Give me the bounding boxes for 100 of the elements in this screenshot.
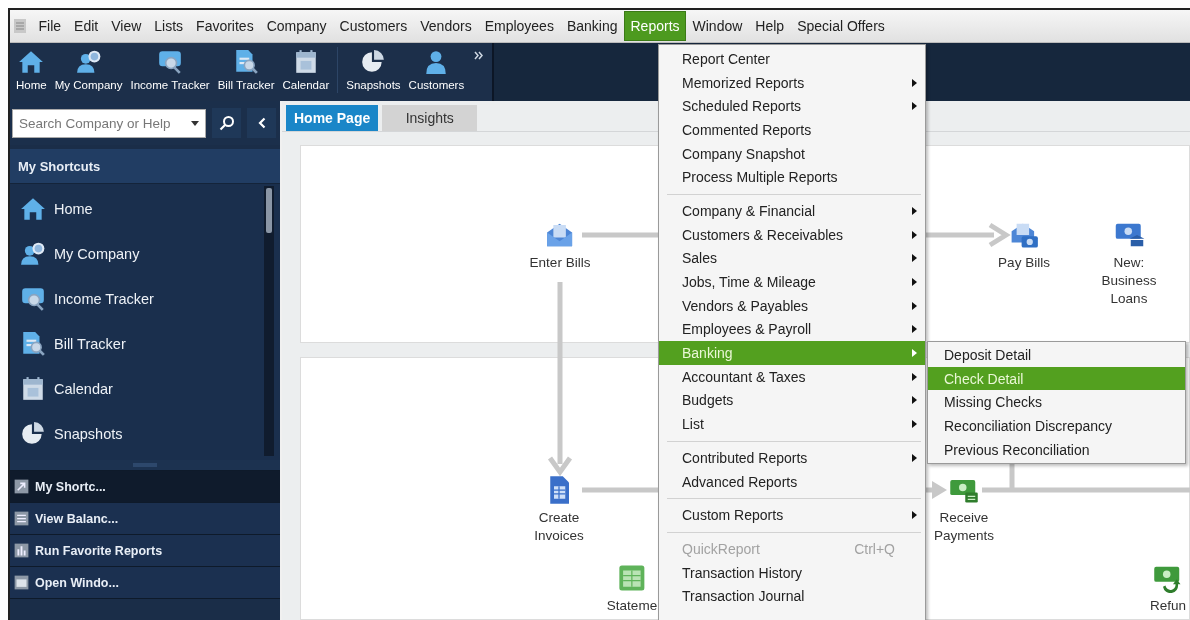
menu-item[interactable]: Custom Reports xyxy=(659,503,925,528)
toolbar-button[interactable]: Customers xyxy=(404,47,469,93)
menu-item[interactable]: Advanced Reports xyxy=(659,469,925,494)
toolbar-button[interactable]: Snapshots xyxy=(342,47,405,93)
shortcut-item[interactable]: My Company xyxy=(10,231,264,276)
menu-bar-item[interactable]: Customers xyxy=(333,11,414,41)
shortcut-item[interactable]: Home xyxy=(10,186,264,231)
menu-item[interactable]: Jobs, Time & Mileage xyxy=(659,270,925,294)
tab[interactable]: Home Page xyxy=(286,105,379,131)
menu-item[interactable]: Contributed Reports xyxy=(659,446,925,470)
submenu-arrow-icon xyxy=(912,230,917,239)
tab[interactable]: Insights xyxy=(382,105,478,131)
document-magnifier-icon xyxy=(20,330,46,357)
toolbar-button[interactable]: Calendar xyxy=(278,47,334,93)
menu-bar-item[interactable]: Edit xyxy=(67,11,105,41)
menu-item[interactable]: Company & Financial xyxy=(659,199,925,223)
submenu-arrow-icon xyxy=(912,78,917,87)
menu-bar-item[interactable]: Window xyxy=(686,11,749,41)
menu-item[interactable]: Accountant & Taxes xyxy=(659,364,925,389)
shortcut-item[interactable]: Income Tracker xyxy=(10,276,264,321)
menu-bar-item[interactable]: Employees xyxy=(478,11,561,41)
menu-bar-item[interactable]: Favorites xyxy=(189,11,261,41)
submenu-arrow-icon xyxy=(912,396,917,405)
sidebar-panel-button[interactable]: Run Favorite Reports xyxy=(10,535,280,567)
submenu-arrow-icon xyxy=(912,278,917,287)
sidebar-panel-button[interactable]: View Balanc... xyxy=(10,503,280,535)
document-magnifier-icon xyxy=(233,49,260,75)
menu-item[interactable]: Scheduled Reports xyxy=(659,94,925,119)
shortcut-item[interactable]: Calendar xyxy=(10,366,264,411)
submenu-arrow-icon xyxy=(912,453,917,462)
menu-item[interactable]: Deposit Detail xyxy=(928,343,1185,367)
workflow-link[interactable]: Stateme xyxy=(606,597,658,615)
sidebar-panel-button[interactable]: My Shortc... xyxy=(10,471,280,503)
section-header: My Shortcuts xyxy=(10,149,280,184)
menu-item[interactable]: Vendors & Payables xyxy=(659,293,925,318)
menu-item[interactable]: Reconciliation Discrepancy xyxy=(928,414,1185,438)
submenu-arrow-icon xyxy=(912,349,917,358)
bar-chart-icon xyxy=(14,543,29,558)
card-magnifier-icon xyxy=(157,49,184,75)
toolbar-button[interactable]: Income Tracker xyxy=(126,47,214,93)
submenu-arrow-icon xyxy=(912,301,917,310)
menu-item[interactable]: Employees & Payroll xyxy=(659,317,925,342)
workflow-link[interactable]: Pay Bills xyxy=(998,254,1050,272)
menu-bar-item[interactable]: Banking xyxy=(560,11,624,41)
submenu-arrow-icon xyxy=(912,420,917,429)
search-field[interactable]: Search Company or Help xyxy=(12,108,206,138)
menu-bar-item[interactable]: Company xyxy=(260,11,334,41)
menu-item[interactable]: Process Multiple Reports xyxy=(659,165,925,190)
menu-bar-item[interactable]: File xyxy=(32,11,68,41)
sidebar-panel-button[interactable]: Open Windo... xyxy=(10,567,280,599)
shortcut-item[interactable]: Bill Tracker xyxy=(10,321,264,366)
menu-bar-item[interactable]: Reports xyxy=(624,11,687,41)
submenu-arrow-icon xyxy=(912,325,917,334)
workflow-link[interactable]: Refun xyxy=(1150,597,1186,615)
menu-item[interactable]: Memorized Reports xyxy=(659,70,925,95)
submenu-arrow-icon xyxy=(912,254,917,263)
shortcut-text: Ctrl+Q xyxy=(854,540,895,557)
menu-bar-item[interactable]: Vendors xyxy=(413,11,479,41)
submenu-arrow-icon xyxy=(912,102,917,111)
menu-item[interactable]: Previous Reconciliation xyxy=(928,437,1185,462)
menu-item[interactable]: Customers & Receivables xyxy=(659,222,925,247)
chevron-left-icon xyxy=(257,117,266,129)
list-icon xyxy=(14,511,29,526)
menu-bar-item[interactable]: Lists xyxy=(147,11,190,41)
calendar-icon xyxy=(20,375,46,402)
menu-item[interactable]: Transaction History xyxy=(659,560,925,585)
window-icon xyxy=(14,575,29,590)
submenu-arrow-icon xyxy=(912,511,917,520)
shortcut-item[interactable]: Snapshots xyxy=(10,411,264,456)
spreadsheet-icon xyxy=(617,563,647,593)
workflow-link[interactable]: Receive Payments xyxy=(928,509,1000,545)
menu-item[interactable]: Missing Checks xyxy=(928,390,1185,415)
workflow-link[interactable]: Create Invoices xyxy=(524,509,594,545)
house-icon xyxy=(18,49,45,75)
pie-chart-icon xyxy=(20,420,46,447)
toolbar-button[interactable]: My Company xyxy=(50,47,127,93)
toolbar-button[interactable]: Home xyxy=(12,47,51,93)
search-button[interactable] xyxy=(212,108,241,138)
person-badge-icon xyxy=(75,49,102,75)
menu-item[interactable]: Sales xyxy=(659,246,925,271)
menu-bar-item[interactable]: Help xyxy=(748,11,791,41)
menu-bar-item[interactable]: View xyxy=(104,11,148,41)
search-icon xyxy=(218,115,235,131)
menu-item[interactable]: Report Center xyxy=(659,47,925,71)
menu-bar-item[interactable]: Special Offers xyxy=(790,11,892,41)
menu-item[interactable]: Transaction Journal xyxy=(659,584,925,609)
workflow-link[interactable]: New: Business Loans xyxy=(1098,254,1160,308)
card-magnifier-icon xyxy=(20,285,46,312)
scrollbar[interactable] xyxy=(264,186,274,456)
menu-item[interactable]: List xyxy=(659,412,925,436)
collapse-button[interactable] xyxy=(247,108,276,138)
menu-item[interactable]: Commented Reports xyxy=(659,118,925,142)
menu-item[interactable]: Company Snapshot xyxy=(659,141,925,166)
toolbar-button[interactable]: Bill Tracker xyxy=(213,47,279,93)
menu-item[interactable]: Budgets xyxy=(659,388,925,413)
double-chevron-icon[interactable] xyxy=(474,51,485,60)
arrow-square-icon xyxy=(14,479,29,494)
dropdown-caret-icon[interactable] xyxy=(191,120,199,126)
workflow-link[interactable]: Enter Bills xyxy=(529,254,591,272)
submenu-arrow-icon xyxy=(912,206,917,215)
